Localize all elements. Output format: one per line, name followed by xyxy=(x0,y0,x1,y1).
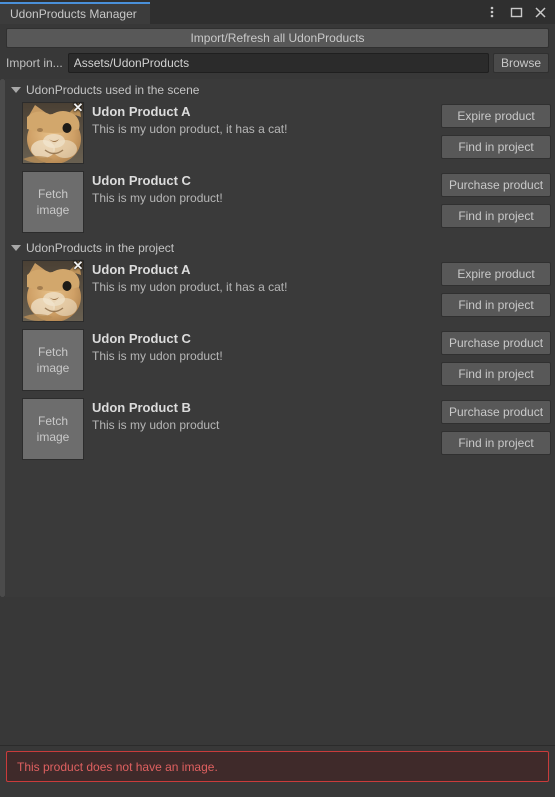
fetch-image-label-line2: image xyxy=(36,430,70,444)
product-thumbnail-wrap: Fetch image xyxy=(22,398,84,460)
window-controls xyxy=(481,0,551,24)
action-button-purchase-product[interactable]: Purchase product xyxy=(441,400,551,424)
import-refresh-label: Import/Refresh all UdonProducts xyxy=(190,31,365,45)
fetch-image-button[interactable]: Fetch image xyxy=(22,398,84,460)
close-icon[interactable] xyxy=(529,1,551,23)
action-button-find-in-project[interactable]: Find in project xyxy=(441,362,551,386)
toolbar: Import/Refresh all UdonProducts Import i… xyxy=(0,24,555,73)
product-row: Fetch image Udon Product B This is my udon … xyxy=(5,395,555,464)
sections-container: UdonProducts used in the scene ✕ Udon Pro… xyxy=(0,81,555,464)
product-title: Udon Product B xyxy=(92,400,191,415)
fetch-image-label-line1: Fetch xyxy=(37,414,68,428)
product-actions: Purchase product Find in project xyxy=(441,171,555,237)
remove-image-icon[interactable]: ✕ xyxy=(70,100,86,116)
error-message-box: This product does not have an image. xyxy=(6,751,549,782)
chevron-down-icon xyxy=(11,245,21,251)
action-button-label: Find in project xyxy=(458,209,534,223)
fetch-image-label-line2: image xyxy=(36,361,70,375)
action-button-label: Purchase product xyxy=(448,336,544,350)
product-title: Udon Product C xyxy=(92,331,191,346)
section-body-scene: ✕ Udon Product A This is my udon product, … xyxy=(5,99,555,237)
import-refresh-button[interactable]: Import/Refresh all UdonProducts xyxy=(6,28,549,48)
status-strip: This product does not have an image. xyxy=(0,745,555,788)
maximize-icon[interactable] xyxy=(505,1,527,23)
more-options-icon[interactable] xyxy=(481,1,503,23)
import-path-label: Import in... xyxy=(6,56,63,70)
browse-button[interactable]: Browse xyxy=(492,53,549,73)
action-button-expire-product[interactable]: Expire product xyxy=(441,262,551,286)
product-description: This is my udon product, it has a cat! xyxy=(92,122,288,136)
product-actions: Expire product Find in project xyxy=(441,102,555,168)
product-info: Udon Product C This is my udon product! xyxy=(84,329,441,395)
product-row: Fetch image Udon Product C This is my udon … xyxy=(5,168,555,237)
product-title: Udon Product A xyxy=(92,104,191,119)
tab-udonproducts-manager[interactable]: UdonProducts Manager xyxy=(0,2,150,24)
product-row: Fetch image Udon Product C This is my udon … xyxy=(5,326,555,395)
product-info: Udon Product A This is my udon product, i… xyxy=(84,102,441,168)
product-actions: Expire product Find in project xyxy=(441,260,555,326)
foldout-scene[interactable]: UdonProducts used in the scene xyxy=(5,81,555,99)
product-description: This is my udon product! xyxy=(92,349,223,363)
fetch-image-button[interactable]: Fetch image xyxy=(22,329,84,391)
product-thumbnail-wrap: Fetch image xyxy=(22,171,84,233)
product-info: Udon Product C This is my udon product! xyxy=(84,171,441,237)
fetch-image-label-line2: image xyxy=(36,203,70,217)
action-button-find-in-project[interactable]: Find in project xyxy=(441,431,551,455)
remove-image-icon[interactable]: ✕ xyxy=(70,258,86,274)
error-message-text: This product does not have an image. xyxy=(17,759,218,774)
product-actions: Purchase product Find in project xyxy=(441,398,555,464)
foldout-label: UdonProducts in the project xyxy=(26,241,175,255)
tab-label: UdonProducts Manager xyxy=(10,7,137,21)
product-description: This is my udon product, it has a cat! xyxy=(92,280,288,294)
product-title: Udon Product C xyxy=(92,173,191,188)
product-actions: Purchase product Find in project xyxy=(441,329,555,395)
action-button-purchase-product[interactable]: Purchase product xyxy=(441,331,551,355)
fetch-image-button[interactable]: Fetch image xyxy=(22,171,84,233)
product-description: This is my udon product! xyxy=(92,191,223,205)
foldout-project[interactable]: UdonProducts in the project xyxy=(5,239,555,257)
products-scroll-area: UdonProducts used in the scene ✕ Udon Pro… xyxy=(0,79,555,597)
product-row: ✕ Udon Product A This is my udon product, … xyxy=(5,99,555,168)
browse-label: Browse xyxy=(500,56,541,70)
import-path-row: Import in... Browse xyxy=(6,53,549,73)
action-button-label: Purchase product xyxy=(448,405,544,419)
action-button-label: Find in project xyxy=(458,298,534,312)
action-button-find-in-project[interactable]: Find in project xyxy=(441,293,551,317)
section-body-project: ✕ Udon Product A This is my udon product, … xyxy=(5,257,555,464)
chevron-down-icon xyxy=(11,87,21,93)
action-button-label: Find in project xyxy=(458,436,534,450)
product-title: Udon Product A xyxy=(92,262,191,277)
action-button-label: Purchase product xyxy=(448,178,544,192)
action-button-label: Expire product xyxy=(457,109,535,123)
action-button-purchase-product[interactable]: Purchase product xyxy=(441,173,551,197)
product-info: Udon Product B This is my udon product xyxy=(84,398,441,464)
product-info: Udon Product A This is my udon product, i… xyxy=(84,260,441,326)
action-button-find-in-project[interactable]: Find in project xyxy=(441,135,551,159)
product-row: ✕ Udon Product A This is my udon product, … xyxy=(5,257,555,326)
action-button-label: Find in project xyxy=(458,140,534,154)
action-button-expire-product[interactable]: Expire product xyxy=(441,104,551,128)
import-path-input[interactable] xyxy=(67,53,489,73)
action-button-label: Expire product xyxy=(457,267,535,281)
product-description: This is my udon product xyxy=(92,418,220,432)
product-thumbnail-wrap: ✕ xyxy=(22,100,86,164)
product-thumbnail-wrap: ✕ xyxy=(22,258,86,322)
action-button-find-in-project[interactable]: Find in project xyxy=(441,204,551,228)
action-button-label: Find in project xyxy=(458,367,534,381)
fetch-image-label-line1: Fetch xyxy=(37,345,68,359)
window-titlebar: UdonProducts Manager xyxy=(0,0,555,24)
foldout-label: UdonProducts used in the scene xyxy=(26,83,200,97)
product-thumbnail-wrap: Fetch image xyxy=(22,329,84,391)
empty-space xyxy=(0,597,555,745)
fetch-image-label-line1: Fetch xyxy=(37,187,68,201)
